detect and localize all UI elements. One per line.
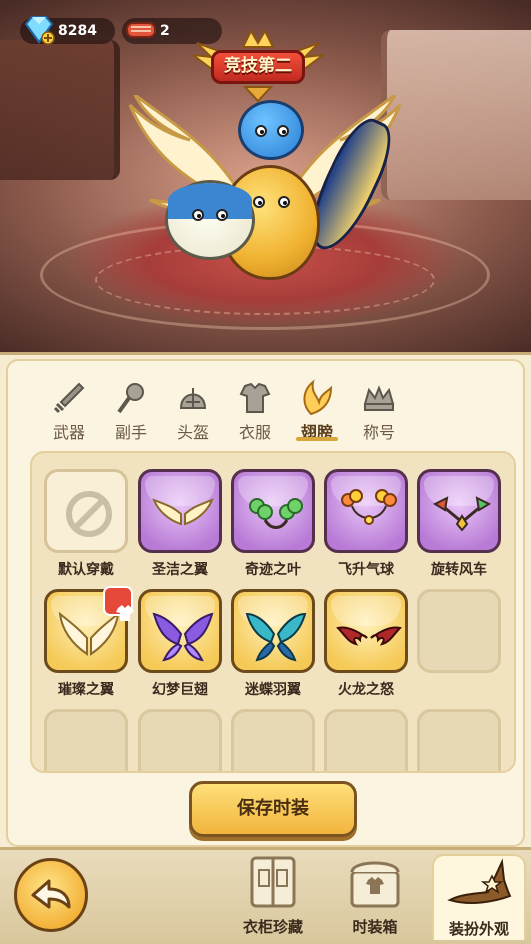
wings-item-grid: 默认穿戴 圣洁之翼 奇迹之叶 飞升气球 旋转风车 璀璨之翼 幻梦巨翅 迷蝶羽翼 … — [30, 451, 516, 773]
offhand-icon — [117, 383, 144, 414]
item-radiant-wings[interactable]: 璀璨之翼 — [44, 586, 134, 701]
item-balloon-wings[interactable]: 飞升气球 — [324, 469, 408, 581]
holy-wings-icon — [152, 498, 214, 526]
item-empty-slot — [44, 709, 128, 771]
armor-icon — [239, 382, 271, 413]
nav-fashion-box[interactable]: 时装箱 — [330, 854, 420, 940]
gem-count: 8284 — [58, 23, 97, 39]
rank-label: 竞技第二 — [211, 50, 305, 84]
item-label: 迷蝶羽翼 — [245, 682, 301, 698]
item-label: 璀璨之翼 — [58, 682, 114, 698]
item-empty-slot — [231, 709, 315, 771]
clover-wings-icon — [249, 498, 303, 529]
nav-label: 时装箱 — [352, 918, 398, 936]
tab-label: 翅膀 — [300, 423, 333, 442]
tab-label: 头盔 — [176, 423, 209, 442]
gem-counter[interactable]: 8284 — [20, 16, 115, 45]
item-empty-slot — [138, 709, 222, 771]
eye-icon — [216, 209, 228, 221]
item-label: 旋转风车 — [431, 562, 487, 578]
costume-panel: 武器 副手 头盔 衣服 翅膀 称号 默认穿戴 圣洁之翼 奇迹之叶 飞升气球 旋转… — [0, 352, 531, 850]
eye-icon — [278, 196, 290, 208]
back-arrow-icon — [31, 879, 71, 909]
back-button[interactable] — [14, 858, 88, 932]
item-holy-wings[interactable]: 圣洁之翼 — [138, 469, 222, 581]
panel-frame: 武器 副手 头盔 衣服 翅膀 称号 默认穿戴 圣洁之翼 奇迹之叶 飞升气球 旋转… — [6, 359, 525, 847]
eye-icon — [255, 125, 267, 137]
character-preview-scene: 8284 2 竞技第二 — [0, 0, 531, 352]
nav-wardrobe-collection[interactable]: 衣柜珍藏 — [228, 854, 318, 940]
category-tabs: 武器 副手 头盔 衣服 翅膀 称号 — [38, 376, 508, 451]
tab-helmet[interactable]: 头盔 — [162, 376, 224, 446]
item-butterfly-wings[interactable]: 迷蝶羽翼 — [231, 589, 315, 701]
item-clover-wings[interactable]: 奇迹之叶 — [231, 469, 315, 581]
tab-label: 称号 — [362, 423, 395, 442]
witch-hat-icon — [447, 858, 512, 904]
item-label: 圣洁之翼 — [152, 562, 208, 578]
item-label: 飞升气球 — [338, 562, 394, 578]
eye-icon — [192, 209, 204, 221]
item-label: 火龙之怒 — [338, 682, 394, 698]
meat-icon — [126, 22, 156, 38]
pinwheel-wings-icon — [432, 496, 492, 532]
tab-wings[interactable]: 翅膀 — [286, 376, 348, 446]
helmet-icon — [179, 388, 207, 409]
nav-dress-up[interactable]: 装扮外观 — [432, 854, 526, 940]
wardrobe-book-icon — [250, 856, 296, 908]
item-label: 幻梦巨翅 — [152, 682, 208, 698]
fashion-box-icon — [350, 861, 400, 908]
no-entry-icon — [66, 491, 112, 537]
tab-armor[interactable]: 衣服 — [224, 376, 286, 446]
pufferfish-pet — [165, 180, 255, 260]
item-default[interactable]: 默认穿戴 — [44, 469, 128, 581]
eye-icon — [253, 196, 265, 208]
eye-icon — [277, 125, 289, 137]
tab-weapon[interactable]: 武器 — [38, 376, 100, 446]
item-label: 默认穿戴 — [58, 562, 114, 578]
item-empty-slot — [324, 709, 408, 771]
item-label: 奇迹之叶 — [245, 562, 301, 578]
diamond-plus-icon — [24, 16, 55, 45]
bottom-navigation: 衣柜珍藏 时装箱 装扮外观 — [0, 850, 531, 944]
tab-offhand[interactable]: 副手 — [100, 376, 162, 446]
item-empty-slot — [417, 589, 501, 701]
nav-label: 装扮外观 — [448, 920, 509, 938]
item-empty-slot — [417, 709, 501, 771]
item-pinwheel-wings[interactable]: 旋转风车 — [417, 469, 501, 581]
butterfly-wings-icon — [245, 612, 307, 662]
wing-icon — [303, 379, 333, 416]
sword-icon — [53, 382, 85, 414]
dream-wings-icon — [152, 612, 214, 662]
balloon-wings-icon — [341, 489, 397, 525]
save-costume-button[interactable]: 保存时装 — [189, 781, 357, 837]
equipped-shirt-icon — [103, 586, 134, 621]
meat-count: 2 — [160, 23, 170, 39]
dragon-wings-icon — [336, 626, 402, 646]
tab-title[interactable]: 称号 — [348, 376, 410, 446]
arena-rank-badge: 竞技第二 — [189, 25, 327, 105]
octopus-pet — [238, 100, 304, 160]
nav-label: 衣柜珍藏 — [242, 918, 303, 936]
tab-label: 武器 — [52, 423, 85, 442]
item-dream-wings[interactable]: 幻梦巨翅 — [138, 589, 222, 701]
background-shelf-left — [0, 40, 120, 180]
item-dragon-wings[interactable]: 火龙之怒 — [324, 589, 408, 701]
title-icon — [363, 385, 395, 411]
tab-label: 衣服 — [238, 423, 271, 442]
tab-label: 副手 — [114, 423, 147, 442]
